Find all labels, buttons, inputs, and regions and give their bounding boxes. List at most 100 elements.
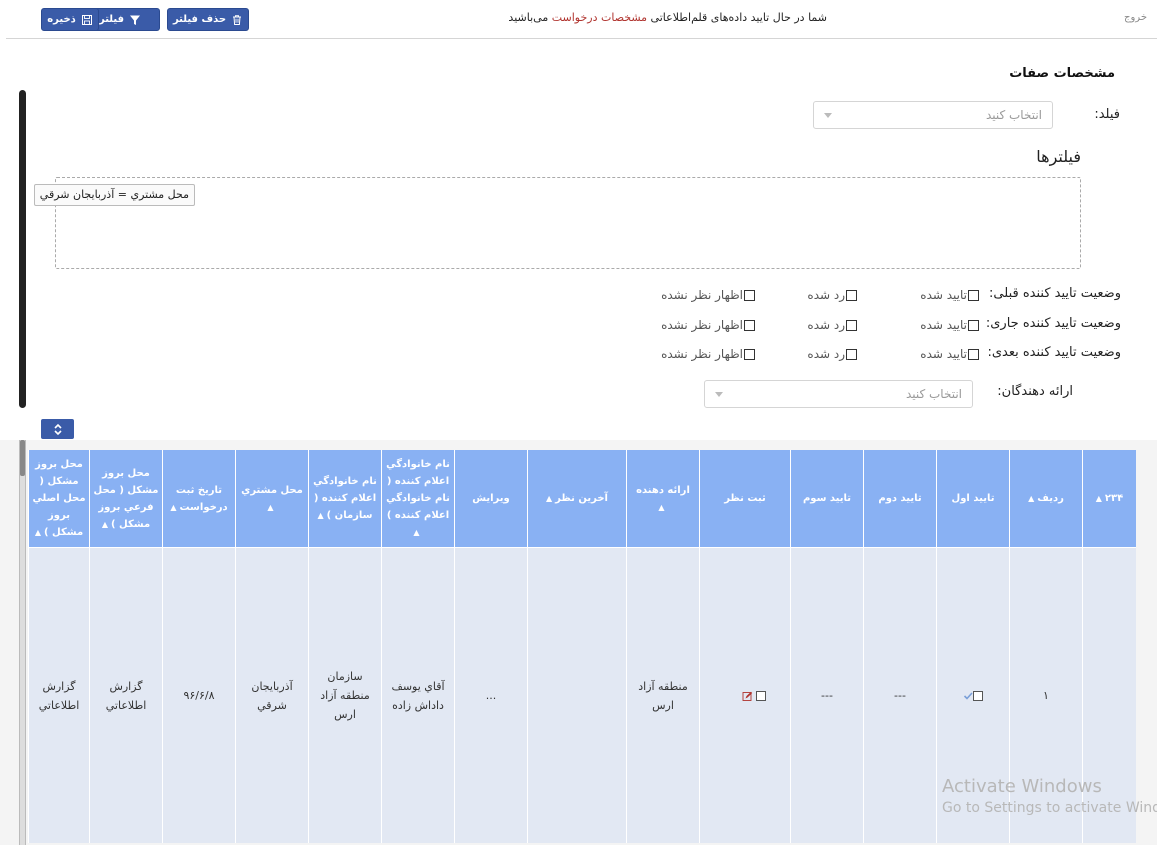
table-scrollbar[interactable] [19, 440, 26, 845]
column-header-approve1[interactable]: تایید اول [936, 450, 1009, 548]
sort-icon: ▲ [546, 494, 553, 503]
exit-link[interactable]: خروج [1124, 12, 1147, 23]
providers-select[interactable]: انتخاب کنید [704, 380, 973, 408]
header-label: تایید دوم [878, 493, 922, 504]
checkbox-no-opinion[interactable]: اظهار نظر نشده [661, 347, 755, 361]
checkbox-box[interactable] [744, 289, 755, 301]
chevron-up-down-icon [53, 423, 62, 435]
sort-icon: ▲ [658, 502, 665, 512]
status-row-next: وضعیت تایید کننده بعدی: تایید شده رد شده… [641, 345, 1121, 365]
column-header-sub-location[interactable]: محل بروز مشکل ( محل فرعي بروز مشکل )▲ [89, 450, 162, 548]
cell-register-opinion[interactable] [699, 548, 790, 843]
sort-icon: ▲ [267, 502, 274, 512]
cell-approve3: --- [790, 548, 863, 843]
header-label: رديف [1037, 493, 1064, 504]
checkbox-rejected[interactable]: رد شده [807, 347, 857, 361]
field-select[interactable]: انتخاب کنید [813, 101, 1053, 129]
header-label: محل بروز مشکل ( محل اصلي بروز مشکل ) [32, 459, 86, 538]
checkbox-approved[interactable]: تایید شده [920, 347, 979, 361]
checkbox-label: تایید شده [920, 318, 967, 332]
checkbox-label: تایید شده [920, 288, 967, 302]
checkbox-box[interactable] [846, 319, 857, 331]
checkbox-label: تایید شده [920, 347, 967, 361]
column-header-radif[interactable]: رديف▲ [1009, 450, 1082, 548]
filters-box[interactable]: محل مشتري = آذربايجان شرقي [33, 177, 1081, 269]
header-row: ۲۳۴▲ رديف▲ تایید اول تایید دوم تایید سوم… [28, 450, 1136, 548]
delete-filter-button[interactable]: حذف فیلتر [167, 8, 249, 31]
checkbox-box[interactable] [968, 319, 979, 331]
checkbox-box[interactable] [846, 348, 857, 360]
field-select-placeholder: انتخاب کنید [985, 108, 1042, 122]
header-label: آخرین نظر [555, 493, 608, 504]
check-icon [963, 692, 973, 700]
cell-sub-location: گزارش اطلاعاتي [89, 548, 162, 843]
checkbox-label: رد شده [807, 318, 845, 332]
header-label: ارائه دهنده [636, 484, 690, 496]
checkbox-label: رد شده [807, 288, 845, 302]
message-suffix: می‌باشید [508, 11, 549, 24]
filter-label: فیلتر [99, 14, 125, 25]
approve1-checkbox[interactable] [973, 691, 983, 701]
column-header-provider[interactable]: ارائه دهنده ▲ [626, 450, 699, 548]
checkbox-label: اظهار نظر نشده [661, 288, 743, 302]
column-header-customer-location[interactable]: محل مشتري ▲ [235, 450, 308, 548]
trash-icon [233, 14, 242, 25]
column-header-organization[interactable]: نام خانوادگي اعلام کننده ( سازمان )▲ [308, 450, 381, 548]
checkbox-box[interactable] [968, 289, 979, 301]
header-label: تایید سوم [802, 493, 852, 504]
checkbox-approved[interactable]: تایید شده [920, 318, 979, 332]
field-label: فیلد: [1094, 107, 1120, 122]
register-opinion-checkbox[interactable] [756, 691, 767, 701]
header-label: نام خانوادگي اعلام کننده ( نام خانوادگي … [386, 459, 450, 521]
status-row-label: وضعیت تایید کننده بعدی: [987, 345, 1121, 360]
checkbox-box[interactable] [744, 319, 755, 331]
collapse-toggle-button[interactable] [41, 419, 74, 439]
funnel-icon [130, 15, 141, 25]
checkbox-box[interactable] [744, 348, 755, 360]
header-label: ثبت نظر [724, 493, 766, 504]
column-header-last-opinion[interactable]: آخرین نظر▲ [527, 450, 626, 548]
status-row-label: وضعیت تایید کننده قبلی: [989, 286, 1121, 301]
checkbox-approved[interactable]: تایید شده [920, 288, 979, 302]
column-header-edit[interactable]: ویرایش [454, 450, 527, 548]
watermark-line1: Activate Windows [942, 776, 1102, 797]
checkbox-no-opinion[interactable]: اظهار نظر نشده [661, 318, 755, 332]
checkbox-no-opinion[interactable]: اظهار نظر نشده [661, 288, 755, 302]
checkbox-box[interactable] [846, 289, 857, 301]
cell-edit[interactable]: ... [454, 548, 527, 843]
column-header-register-opinion[interactable]: ثبت نظر [699, 450, 790, 548]
column-header-count[interactable]: ۲۳۴▲ [1082, 450, 1136, 548]
filter-chip[interactable]: محل مشتري = آذربايجان شرقي [33, 184, 195, 206]
delete-filter-label: حذف فیلتر [172, 14, 227, 25]
sort-icon: ▲ [413, 528, 420, 537]
section-title: مشخصات صفات [1009, 66, 1115, 81]
cell-organization: سازمان منطقه آزاد ارس [308, 548, 381, 843]
floppy-icon [81, 14, 92, 25]
status-row-label: وضعیت تایید کننده جاری: [985, 316, 1121, 331]
status-message: شما در حال تایید داده‌های قلم‌اطلاعاتی م… [508, 11, 827, 24]
checkbox-box[interactable] [968, 348, 979, 360]
form-scrollbar[interactable] [19, 90, 26, 408]
header-label: ویرایش [472, 493, 510, 504]
pencil-icon[interactable] [742, 691, 753, 702]
column-header-main-location[interactable]: محل بروز مشکل ( محل اصلي بروز مشکل )▲ [28, 450, 89, 548]
checkbox-rejected[interactable]: رد شده [807, 288, 857, 302]
column-header-request-date[interactable]: تاريخ ثبت درخواست▲ [162, 450, 235, 548]
save-button[interactable]: ذخیره [41, 8, 99, 31]
checkbox-rejected[interactable]: رد شده [807, 318, 857, 332]
cell-main-location: گزارش اطلاعاتي [28, 548, 89, 843]
cell-request-date: ۹۶/۶/۸ [162, 548, 235, 843]
chevron-down-icon [715, 392, 723, 397]
column-header-approve3[interactable]: تایید سوم [790, 450, 863, 548]
column-header-approve2[interactable]: تایید دوم [863, 450, 936, 548]
cell-announcer: آقاي يوسف داداش زاده [381, 548, 454, 843]
scrollbar-thumb[interactable] [20, 440, 25, 476]
sort-icon: ▲ [1028, 494, 1035, 503]
checkbox-label: رد شده [807, 347, 845, 361]
providers-select-placeholder: انتخاب کنید [905, 387, 962, 401]
column-header-announcer[interactable]: نام خانوادگي اعلام کننده ( نام خانوادگي … [381, 450, 454, 548]
status-row-current: وضعیت تایید کننده جاری: تایید شده رد شده… [641, 316, 1121, 336]
sort-icon: ▲ [34, 528, 41, 537]
sort-icon: ▲ [1095, 494, 1102, 503]
chevron-down-icon [824, 113, 832, 118]
